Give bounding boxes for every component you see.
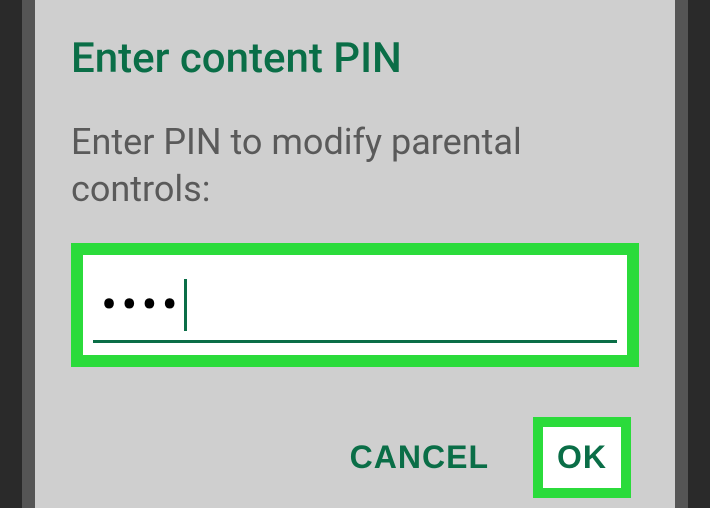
cancel-button[interactable]: CANCEL [342,421,497,494]
dialog-title: Enter content PIN [71,34,639,83]
ok-button[interactable]: OK [543,427,621,488]
dialog-actions: CANCEL OK [71,417,639,498]
ok-button-highlight: OK [533,417,631,498]
dialog-subtitle: Enter PIN to modify parental controls: [71,119,639,213]
pin-dialog: Enter content PIN Enter PIN to modify pa… [35,0,675,508]
pin-mask: •••• [101,296,182,314]
background-left [0,0,22,508]
pin-input[interactable]: •••• [83,255,627,355]
input-underline [93,340,617,343]
background-right [688,0,710,508]
pin-input-highlight: •••• [71,243,639,367]
text-cursor-icon [184,279,187,331]
